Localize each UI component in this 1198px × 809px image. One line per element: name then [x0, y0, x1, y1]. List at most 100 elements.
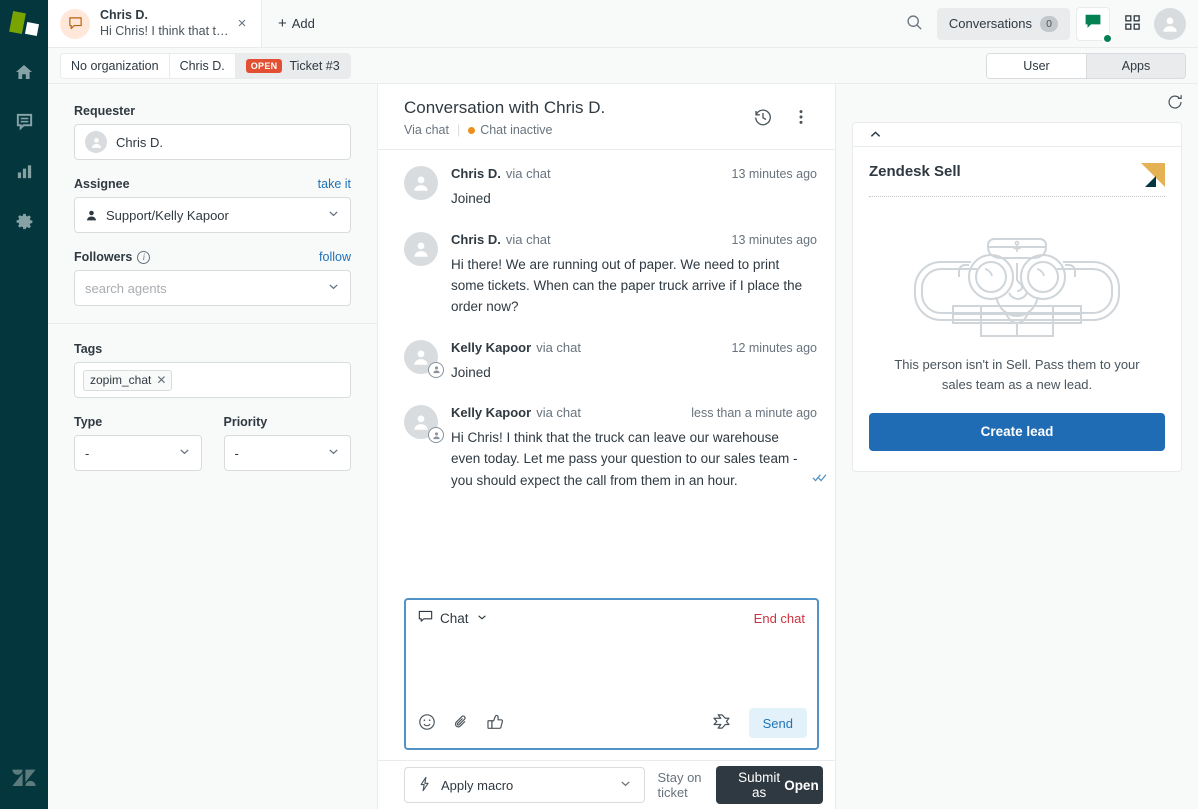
rail-item-reporting[interactable] [0, 148, 48, 198]
message-timestamp: 13 minutes ago [731, 232, 817, 247]
breadcrumb-requester[interactable]: Chris D. [169, 53, 236, 78]
user-avatar[interactable] [1154, 7, 1186, 40]
add-tab-button[interactable]: + Add [262, 0, 331, 47]
close-icon[interactable]: ✕ [156, 373, 166, 387]
conversations-label: Conversations [948, 16, 1032, 31]
send-button[interactable]: Send [748, 708, 807, 738]
agent-badge-icon [428, 361, 444, 378]
rail-item-views[interactable] [0, 98, 48, 148]
apps-toolbar [836, 84, 1198, 122]
conversation-meta: Via chat | Chat inactive [404, 123, 605, 137]
chevron-down-icon [327, 280, 340, 296]
zendesk-support-logo[interactable] [0, 0, 48, 48]
breadcrumb-ticket[interactable]: OPEN Ticket #3 [235, 53, 350, 78]
conversation-via: Via chat [404, 123, 449, 138]
channel-selector[interactable]: Chat [418, 610, 488, 627]
message-timestamp: 12 minutes ago [731, 340, 817, 355]
read-receipt-icon [812, 468, 828, 489]
tab-user[interactable]: User [987, 53, 1086, 78]
requester-input[interactable]: Chris D. [74, 124, 351, 160]
more-vertical-icon [792, 108, 810, 129]
app-empty-message: This person isn't in Sell. Pass them to … [894, 357, 1140, 392]
apply-macro-select[interactable]: Apply macro [404, 767, 646, 803]
submit-prefix: Submit as [738, 770, 781, 800]
conversation-header: Conversation with Chris D. Via chat | Ch… [378, 84, 835, 151]
message-author: Kelly Kapoor [451, 405, 532, 421]
chat-status-button[interactable] [1076, 6, 1113, 44]
search-icon [906, 14, 923, 34]
message-via: via chat [505, 231, 551, 247]
stay-on-ticket-button[interactable]: Stay on ticket [657, 770, 704, 800]
chevron-down-icon [476, 611, 488, 626]
tags-input[interactable]: zopim_chat ✕ [74, 362, 351, 398]
logo-green-shape [9, 10, 26, 35]
message-header: Kelly Kapoor via chat less than a minute… [451, 405, 817, 420]
breadcrumb-organization[interactable]: No organization [61, 53, 170, 78]
views-icon [15, 112, 34, 134]
ticket-tab[interactable]: Chris D. Hi Chris! I think that th... × [48, 0, 262, 47]
submit-status: Open [784, 777, 819, 793]
type-select[interactable]: - [74, 435, 202, 471]
conversation-header-actions [747, 98, 817, 134]
main-area: Requester Chris D. Assignee take it Supp… [48, 84, 1198, 809]
breadcrumb-ticket-label: Ticket #3 [289, 58, 340, 73]
assignee-field: Assignee take it Support/Kelly Kapoor [74, 177, 351, 233]
tab-title: Chris D. [100, 7, 148, 22]
type-value: - [85, 445, 90, 461]
app-content: Zendesk Sell This person isn't in Sell. … [853, 147, 1181, 471]
priority-value: - [234, 445, 239, 461]
message-via: via chat [505, 166, 551, 182]
shortcut-icon[interactable] [712, 713, 733, 733]
sailor-binoculars-illustration [869, 197, 1165, 353]
tab-apps[interactable]: Apps [1086, 53, 1185, 78]
conversations-button[interactable]: Conversations 0 [936, 7, 1070, 40]
message-list: Chris D. via chat 13 minutes ago Joined [378, 150, 835, 598]
history-button[interactable] [747, 102, 779, 134]
followers-input[interactable]: search agents [74, 270, 351, 306]
apps-grid-button[interactable] [1116, 8, 1148, 40]
composer-input[interactable] [406, 627, 817, 708]
breadcrumb: No organization Chris D. OPEN Ticket #3 [60, 52, 351, 79]
end-chat-button[interactable]: End chat [754, 611, 805, 626]
tags-head: Tags [74, 342, 351, 356]
priority-select[interactable]: - [223, 435, 351, 471]
status-dot-icon [468, 127, 476, 135]
chevron-down-icon [178, 445, 191, 461]
zendesk-sell-logo-icon [1141, 163, 1165, 187]
rail-item-home[interactable] [0, 48, 48, 98]
create-lead-button[interactable]: Create lead [869, 412, 1165, 451]
submit-button[interactable]: Submit as Open [716, 766, 823, 804]
chat-bubble-icon [418, 610, 433, 627]
followers-head: Followers i follow [74, 250, 351, 264]
followers-label: Followers [74, 250, 133, 264]
refresh-icon[interactable] [1166, 93, 1184, 114]
online-status-dot [1102, 32, 1113, 44]
close-icon[interactable]: × [233, 15, 251, 32]
follow-link[interactable]: follow [319, 250, 351, 264]
composer: Chat End chat Send [404, 598, 819, 750]
message-body: Kelly Kapoor via chat 12 minutes ago Joi… [451, 340, 817, 383]
message-via: via chat [536, 339, 581, 355]
more-options-button[interactable] [785, 102, 817, 134]
emoji-icon[interactable] [418, 713, 436, 734]
info-icon[interactable]: i [137, 250, 151, 264]
tags-field: Tags zopim_chat ✕ [74, 342, 351, 398]
search-button[interactable] [899, 8, 931, 40]
paperclip-icon[interactable] [452, 713, 470, 734]
assignee-select[interactable]: Support/Kelly Kapoor [74, 197, 351, 233]
chat-bubble-icon [60, 8, 90, 39]
reporting-icon [15, 162, 34, 184]
composer-toolbar-bottom: Send [406, 708, 817, 748]
message-author: Chris D. [451, 231, 501, 247]
app-collapse-button[interactable] [853, 123, 1181, 147]
person-icon [85, 209, 98, 222]
take-it-link[interactable]: take it [318, 177, 351, 191]
tag-item[interactable]: zopim_chat ✕ [83, 369, 173, 391]
thumbs-up-icon[interactable] [486, 713, 504, 734]
page-title: Conversation with Chris D. [404, 98, 606, 117]
app-card-zendesk-sell: Zendesk Sell This person isn't in Sell. … [852, 122, 1182, 472]
requester-label: Requester [74, 104, 136, 118]
rail-item-admin[interactable] [0, 198, 48, 248]
message-author: Chris D. [451, 166, 501, 182]
apps-panel: Zendesk Sell This person isn't in Sell. … [836, 84, 1198, 809]
